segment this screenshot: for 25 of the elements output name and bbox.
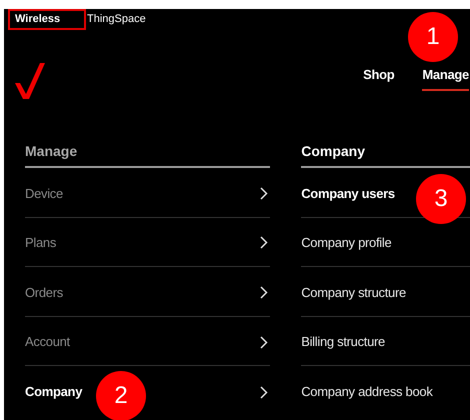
top-link[interactable]: ThingSpace bbox=[86, 10, 147, 28]
nav-tab[interactable]: Manage bbox=[422, 65, 469, 90]
chevron-right-icon bbox=[260, 236, 268, 250]
chevron-right-icon bbox=[260, 286, 268, 299]
chevron-right-icon bbox=[260, 186, 268, 200]
chevron-right-icon bbox=[260, 386, 268, 399]
menu-item[interactable]: Billing structure bbox=[301, 332, 385, 352]
menu-item[interactable]: Account bbox=[25, 332, 70, 352]
step-badge: 3 bbox=[416, 174, 466, 224]
menu-item[interactable]: Company address book bbox=[301, 382, 433, 402]
checkmark-logo[interactable] bbox=[15, 63, 45, 99]
chevron-right-icon bbox=[260, 336, 268, 349]
menu-heading: Manage bbox=[25, 136, 270, 168]
step-badge: 1 bbox=[408, 12, 458, 62]
menu-item[interactable]: Company structure bbox=[301, 282, 406, 302]
menu-item[interactable]: Company users bbox=[301, 184, 395, 204]
step-badge: 2 bbox=[96, 371, 146, 420]
menu-item[interactable]: Device bbox=[25, 184, 63, 204]
menu-item[interactable]: Plans bbox=[25, 233, 56, 253]
top-link[interactable]: Wireless bbox=[8, 9, 86, 30]
menu-heading: Company bbox=[301, 136, 470, 168]
menu-item[interactable]: Company profile bbox=[301, 233, 392, 253]
menu-item[interactable]: Company bbox=[25, 382, 82, 402]
menu-item[interactable]: Orders bbox=[25, 282, 63, 302]
nav-tab[interactable]: Shop bbox=[363, 65, 394, 90]
